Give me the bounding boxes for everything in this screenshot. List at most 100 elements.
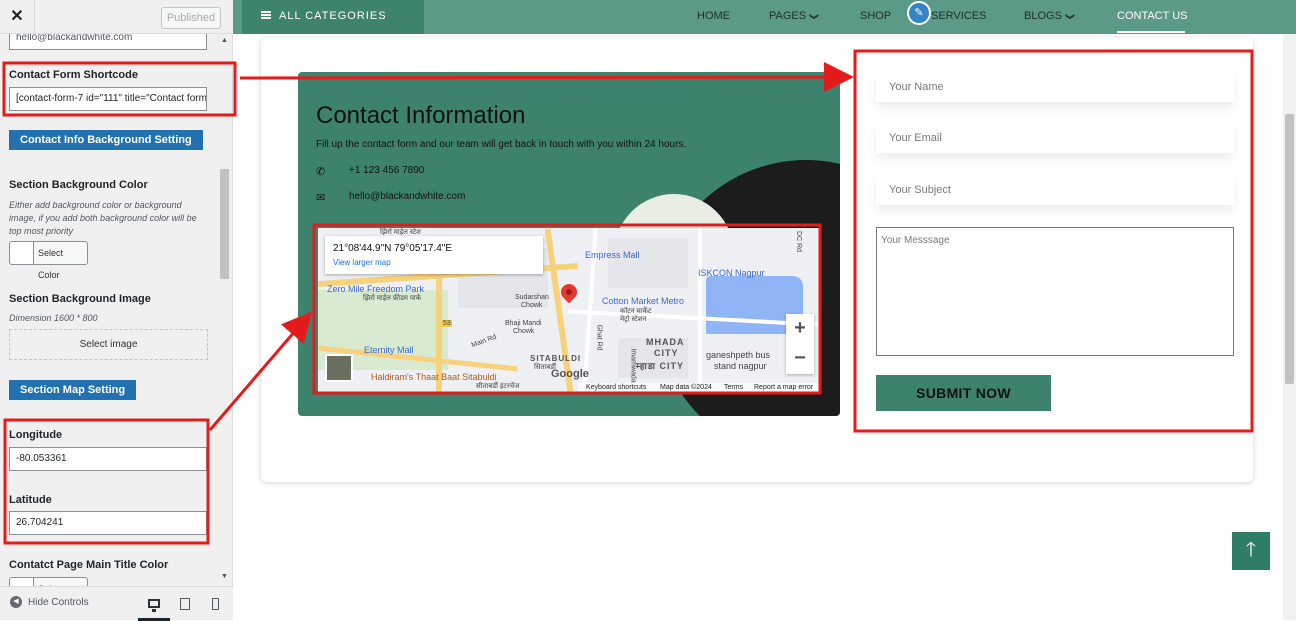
report-map-error-link[interactable]: Report a map error [754,384,813,391]
map-info-card: 21°08'44.9"N 79°05'17.4"E View larger ma… [325,236,543,274]
hide-controls-button[interactable]: ◀ Hide Controls [10,596,89,610]
shortcode-input[interactable]: [contact-form-7 id="111" title="Contact … [9,87,207,111]
map-label: ganeshpeth bus [706,350,771,360]
submit-button[interactable]: SUBMIT NOW [876,375,1051,411]
site-preview: ALL CATEGORIES HOME PAGES ❯ SHOP SERVICES… [233,0,1296,620]
tablet-icon [180,598,190,610]
map-zoom-control: + − [786,314,814,374]
all-categories-button[interactable]: ALL CATEGORIES [242,0,424,34]
select-color-label: Select Color [38,578,87,586]
map-coordinates: 21°08'44.9"N 79°05'17.4"E [333,243,453,254]
scroll-up-icon[interactable]: ▲ [221,37,228,44]
bg-color-label: Section Background Color [9,179,148,191]
latitude-input[interactable]: 26.704241 [9,511,207,535]
map-label: म्हाडा CITY [636,361,684,371]
scrollbar-thumb[interactable] [1285,114,1294,384]
map-label: मेट्रो स्टेशन [620,316,647,323]
map-block [608,238,688,288]
mobile-icon [212,598,219,610]
edit-pencil-icon[interactable]: ✎ [907,1,931,25]
map-label: Haldiram's Thaat Baat Sitabuldi [371,372,497,382]
map-label: DC Rd [795,230,803,253]
bg-color-description: Either add background color or backgroun… [9,200,197,236]
map-data-text: Map data ©2024 [660,384,712,391]
google-map-embed[interactable]: झिरो माईल स्टेश Zero Mile Freedom Park झ… [318,228,819,392]
publish-button[interactable]: Published [161,7,221,29]
map-road [698,228,702,392]
map-label: Empress Mall [585,250,640,260]
map-attribution-bar: Keyboard shortcuts Map data ©2024 Terms … [578,383,819,392]
longitude-label: Longitude [9,429,63,441]
active-nav-underline [1117,31,1185,33]
nav-blogs[interactable]: BLOGS ❯ [1024,10,1076,22]
sidebar-scrollbar[interactable]: ▲ ▼ [219,34,232,586]
nav-contact-us[interactable]: CONTACT US [1117,10,1188,22]
map-label: ISKCON Nagpur [698,268,765,278]
envelope-icon: ✉ [316,192,326,204]
keyboard-shortcuts-link[interactable]: Keyboard shortcuts [586,384,646,391]
all-categories-label: ALL CATEGORIES [279,10,387,22]
nav-services[interactable]: SERVICES [931,10,986,22]
map-label: Imamwada [629,348,637,383]
customizer-sidebar: ✕ Published hello@blackandwhite.com Cont… [0,0,233,621]
map-label: Main Rd [470,333,498,350]
desktop-icon [148,599,160,612]
email-field[interactable]: hello@blackandwhite.com [9,34,207,50]
map-label: Bhaji Mandi [505,320,542,327]
nav-shop[interactable]: SHOP [860,10,891,22]
mobile-preview-button[interactable] [200,593,232,621]
scroll-down-icon[interactable]: ▼ [221,573,228,580]
map-label: Eternity Mall [364,345,414,355]
map-pin-icon[interactable] [557,280,581,304]
tablet-preview-button[interactable] [169,593,201,621]
terms-link[interactable]: Terms [724,384,743,391]
contact-info-title: Contact Information [316,102,526,129]
chevron-down-icon: ❯ [1065,12,1076,21]
nav-home[interactable]: HOME [697,10,730,22]
latitude-label: Latitude [9,494,52,506]
map-label: Chowk [513,328,535,335]
message-textarea[interactable]: Your Messsage [876,227,1234,356]
satellite-toggle[interactable] [325,354,353,382]
bg-image-description: Dimension 1600 * 800 [9,313,98,323]
nav-blogs-label: BLOGS [1024,10,1062,22]
longitude-input[interactable]: -80.053361 [9,447,207,471]
customizer-header: ✕ Published [0,0,233,34]
title-color-label: Contatct Page Main Title Color [9,559,169,571]
title-color-select-button[interactable]: Select Color [9,577,88,586]
map-label: Ghat Rd [595,324,603,351]
nav-pages-label: PAGES [769,10,807,22]
zoom-in-button[interactable]: + [786,314,814,344]
bg-image-label: Section Background Image [9,293,151,305]
preview-scrollbar[interactable] [1283,34,1296,620]
map-label: Chowk [521,302,543,309]
site-navbar: ALL CATEGORIES HOME PAGES ❯ SHOP SERVICES… [233,0,1296,34]
map-label: 53 [442,320,452,327]
subject-input[interactable]: Your Subject [876,175,1234,205]
customizer-controls: hello@blackandwhite.com Contact Form Sho… [0,34,233,586]
map-label: stand nagpur [714,361,767,371]
map-label: SITABULDI [530,354,582,363]
collapse-icon: ◀ [10,596,22,609]
bg-color-select-button[interactable]: Select Color [9,241,88,280]
nav-pages[interactable]: PAGES ❯ [769,10,819,22]
name-input[interactable]: Your Name [876,72,1234,102]
select-image-button[interactable]: Select image [9,329,208,360]
color-swatch [10,578,34,586]
phone-icon: ✆ [316,166,326,178]
google-logo: Google [551,368,589,380]
view-larger-map-link[interactable]: View larger map [333,258,391,267]
map-label: Zero Mile Freedom Park [327,284,425,294]
scrollbar-thumb[interactable] [220,169,229,279]
close-icon[interactable]: ✕ [0,0,35,34]
arrow-up-icon: 🡑 [1245,539,1257,561]
phone-value: +1 123 456 7890 [349,165,425,176]
desktop-preview-button[interactable] [138,593,170,621]
email-value: hello@blackandwhite.com [349,191,466,202]
map-label: CITY [654,348,679,358]
map-label: Cotton Market Metro [602,296,685,306]
email-input[interactable]: Your Email [876,123,1234,153]
back-to-top-button[interactable]: 🡑 [1232,532,1270,570]
hide-controls-label: Hide Controls [28,597,89,608]
zoom-out-button[interactable]: − [786,344,814,374]
